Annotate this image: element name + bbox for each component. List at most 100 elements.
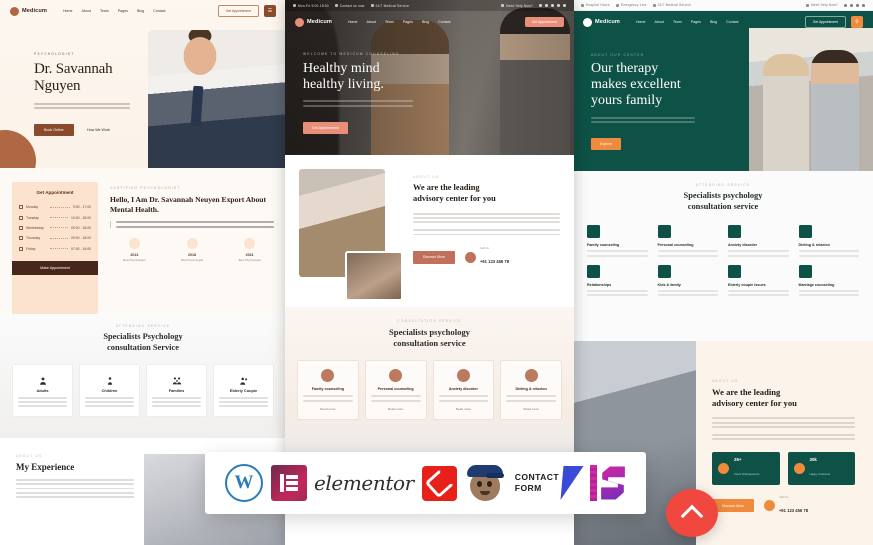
demo-c-top-bar[interactable]: Hospital Hours Emergency Line 24/7 Medic… <box>573 0 873 11</box>
award-label: Best Psychologist <box>238 258 261 263</box>
linkedin-icon[interactable] <box>557 4 560 7</box>
menu-item-home[interactable]: Home <box>636 20 646 24</box>
discover-more-button[interactable]: Discover More <box>413 250 455 264</box>
service-item[interactable]: Marriage counseling <box>798 264 859 297</box>
menu-item-contact[interactable]: Contact <box>153 9 165 13</box>
service-item[interactable]: Personal counseling <box>657 224 718 257</box>
service-item[interactable]: Elderly couple issues <box>728 264 789 297</box>
make-appointment-button[interactable]: Make Appointment <box>12 260 98 275</box>
adults-icon <box>38 373 48 385</box>
get-appointment-button[interactable]: Get Appointment <box>217 5 259 17</box>
phone-block[interactable]: Call Us +91 123 456 78 <box>464 246 509 268</box>
menu-item-team[interactable]: Team <box>673 20 682 24</box>
menu-item-about[interactable]: About <box>367 20 376 24</box>
site-logo[interactable]: Medicum <box>583 17 620 27</box>
plugin-logo-wordpress[interactable]: W <box>225 464 263 502</box>
specialist-card[interactable]: Elderly Couple <box>213 363 274 418</box>
appointment-card[interactable]: Get Appointment Monday 9:00 - 17:00 Tues… <box>12 182 98 314</box>
facebook-icon[interactable] <box>844 3 847 7</box>
menu-item-blog[interactable]: Blog <box>710 20 717 24</box>
read-more-link[interactable]: Read more <box>506 407 556 411</box>
specialist-card[interactable]: Adults <box>12 363 73 418</box>
get-appointment-button[interactable]: Get Appointment <box>524 17 564 27</box>
how-we-work-link[interactable]: How We Work <box>87 128 110 132</box>
plugin-logo-slider-revolution[interactable] <box>421 465 457 501</box>
menu-item-contact[interactable]: Contact <box>438 20 450 24</box>
get-appointment-button[interactable]: Get Appointment <box>804 16 846 28</box>
demo-b-site-nav[interactable]: Medicum Home About Team Pages Blog Conta… <box>285 11 574 33</box>
service-item[interactable]: Relationships <box>587 264 648 297</box>
menu-item-about[interactable]: About <box>655 20 664 24</box>
service-card[interactable]: Family counseling Read more <box>297 360 359 420</box>
social-links[interactable] <box>539 4 566 7</box>
menu-item-pages[interactable]: Pages <box>691 20 701 24</box>
award-label: Best Psychologist <box>123 258 146 263</box>
plugin-logo-mailchimp[interactable] <box>465 464 507 502</box>
about-actions[interactable]: Discover More Call Us +91 123 456 78 <box>413 246 560 268</box>
phone-block[interactable]: Call Us +91 123 456 78 <box>763 495 808 517</box>
service-card[interactable]: Personal counseling Read more <box>364 360 427 420</box>
plugin-logo-elementor[interactable]: elementor <box>271 465 414 501</box>
top-bar-help-text[interactable]: Need Help Now? <box>811 3 838 7</box>
top-bar-help-text[interactable]: Need Help Now? <box>506 4 533 8</box>
cart-icon[interactable]: ☰ <box>264 5 276 17</box>
read-more-link[interactable]: Read more <box>439 407 489 411</box>
instagram-icon[interactable] <box>856 3 859 7</box>
phone-number[interactable]: +91 123 456 78 <box>779 508 808 513</box>
twitter-icon[interactable] <box>850 3 853 7</box>
facebook-icon[interactable] <box>539 4 542 7</box>
service-item[interactable]: Family counseling <box>587 224 648 257</box>
service-card[interactable]: Dieting & relaxion Read more <box>500 360 562 420</box>
specialist-card[interactable]: Families <box>146 363 207 418</box>
demo-c-site-nav[interactable]: Medicum Home About Team Pages Blog Conta… <box>573 11 873 33</box>
menu-item-contact[interactable]: Contact <box>726 20 738 24</box>
menu-item-team[interactable]: Team <box>100 9 109 13</box>
phone-number[interactable]: +91 123 456 78 <box>480 259 509 264</box>
read-more-link[interactable]: Read more <box>303 407 353 411</box>
card-text <box>18 396 67 408</box>
read-more-link[interactable]: Read more <box>371 407 421 411</box>
menu-item-about[interactable]: About <box>82 9 91 13</box>
demo-c-nav-actions[interactable]: Get Appointment ⚲ <box>804 16 863 28</box>
menu-item-blog[interactable]: Blog <box>137 9 144 13</box>
social-links[interactable] <box>844 3 865 7</box>
specialist-card[interactable]: Children <box>79 363 140 418</box>
menu-item-home[interactable]: Home <box>63 9 73 13</box>
top-bar-service-text: 24/7 Medical Service <box>375 3 410 8</box>
demo-a-site-nav[interactable]: Medicum Home About Team Pages Blog Conta… <box>0 0 286 22</box>
demo-a-nav-actions[interactable]: Get Appointment ☰ <box>217 5 276 17</box>
demo-a-menu[interactable]: Home About Team Pages Blog Contact <box>63 9 166 13</box>
site-logo[interactable]: Medicum <box>295 17 332 27</box>
menu-item-pages[interactable]: Pages <box>118 9 128 13</box>
instagram-icon[interactable] <box>551 4 554 7</box>
demo-b-nav-actions[interactable]: Get Appointment <box>524 17 564 27</box>
menu-item-team[interactable]: Team <box>385 20 394 24</box>
demo-b-top-bar[interactable]: Mon-Fri 9:00-18:00 Contact us now 24/7 M… <box>285 0 574 11</box>
linkedin-icon[interactable] <box>862 3 865 7</box>
menu-item-blog[interactable]: Blog <box>422 20 429 24</box>
book-online-button[interactable]: Book Online <box>34 124 74 137</box>
menu-item-home[interactable]: Home <box>348 20 358 24</box>
top-bar-contact-text[interactable]: Emergency Line <box>621 3 647 7</box>
service-item[interactable]: Anxiety disorder <box>728 224 789 257</box>
service-item[interactable]: Dieting & relaxion <box>798 224 859 257</box>
demo-c-menu[interactable]: Home About Team Pages Blog Contact <box>636 20 739 24</box>
search-icon[interactable]: ⚲ <box>851 16 863 28</box>
top-bar-service-text: 24/7 Medical Service <box>657 3 692 7</box>
plugin-logo-smart-slider[interactable] <box>589 465 626 501</box>
get-appointment-hero-button[interactable]: Get Appointment <box>303 121 348 134</box>
explore-button[interactable]: Explore <box>591 138 622 151</box>
plugin-logo-contact-form-7[interactable]: CONTACT FORM <box>515 466 584 500</box>
service-card[interactable]: Anxiety disorder Read more <box>432 360 495 420</box>
youtube-icon[interactable] <box>563 4 566 7</box>
twitter-icon[interactable] <box>545 4 548 7</box>
about-actions[interactable]: Discover More Call Us +91 123 456 78 <box>712 495 855 517</box>
top-bar-contact-text[interactable]: Contact us now <box>340 4 365 8</box>
scroll-to-top-button[interactable] <box>666 489 718 537</box>
elementor-icon <box>271 465 307 501</box>
discover-more-button[interactable]: Discover More <box>712 499 754 513</box>
site-logo[interactable]: Medicum <box>10 6 47 16</box>
demo-b-menu[interactable]: Home About Team Pages Blog Contact <box>348 20 451 24</box>
service-item[interactable]: Kids & family <box>657 264 718 297</box>
menu-item-pages[interactable]: Pages <box>403 20 413 24</box>
